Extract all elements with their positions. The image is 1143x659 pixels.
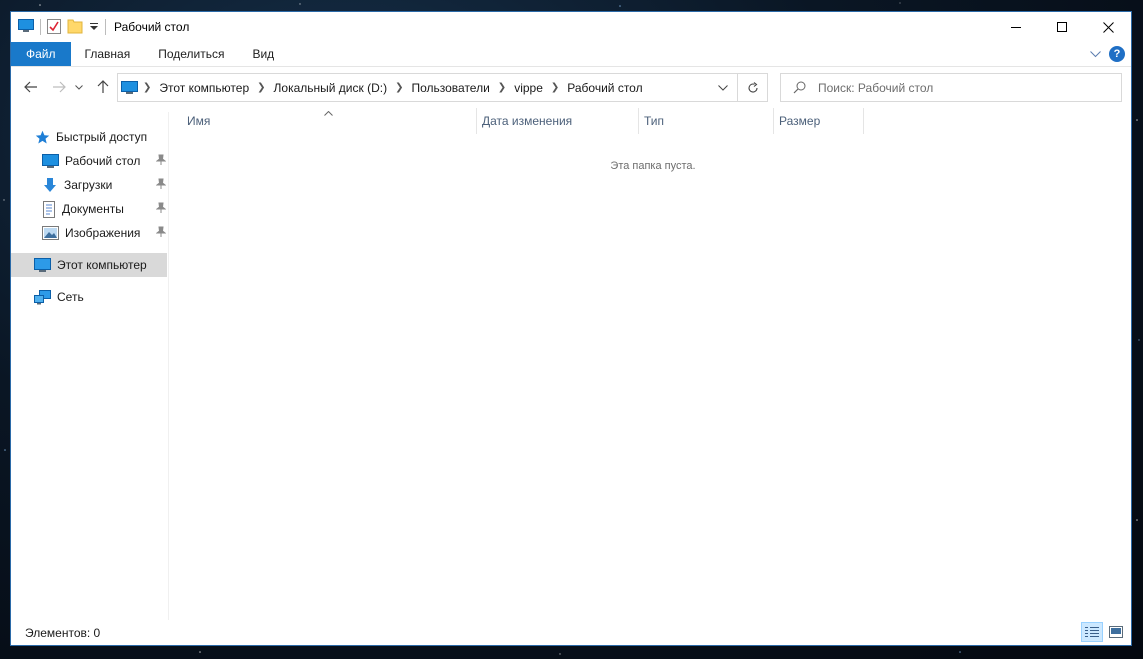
sidebar-item-label: Сеть — [57, 290, 84, 304]
properties-icon[interactable] — [47, 18, 61, 37]
network-icon — [34, 289, 51, 304]
toolbar-separator — [40, 19, 41, 35]
file-list: Имя Дата изменения Тип Размер Эта папка … — [170, 108, 1131, 620]
chevron-down-icon — [75, 84, 83, 90]
breadcrumb-this-pc[interactable]: Этот компьютер — [156, 81, 252, 95]
sidebar-item-label: Этот компьютер — [57, 258, 147, 272]
pin-icon — [155, 178, 167, 193]
sidebar-item-documents[interactable]: Документы — [42, 197, 167, 221]
breadcrumb-users[interactable]: Пользователи — [408, 81, 492, 95]
maximize-icon — [1057, 22, 1067, 32]
quick-access-toolbar — [11, 18, 106, 37]
expand-ribbon-chevron-icon[interactable] — [1090, 47, 1101, 61]
back-arrow-icon — [24, 81, 37, 93]
sidebar-item-label: Загрузки — [64, 178, 113, 192]
address-bar[interactable]: ❯ Этот компьютер ❯ Локальный диск (D:) ❯… — [117, 73, 768, 102]
search-input[interactable] — [818, 80, 1098, 95]
sidebar-item-label: Изображения — [65, 226, 141, 240]
document-icon — [43, 200, 55, 218]
window-controls — [993, 12, 1131, 42]
empty-folder-message: Эта папка пуста. — [610, 160, 696, 172]
breadcrumb-local-disk[interactable]: Локальный диск (D:) — [271, 81, 391, 95]
recent-locations-button[interactable] — [71, 75, 87, 99]
sidebar-item-quick-access[interactable]: Быстрый доступ — [35, 125, 169, 149]
up-button[interactable] — [91, 75, 115, 99]
sidebar-item-downloads[interactable]: Загрузки — [42, 173, 167, 197]
breadcrumb-chevron-icon[interactable]: ❯ — [390, 82, 408, 93]
desktop-icon — [42, 154, 59, 168]
pin-icon — [155, 202, 167, 217]
column-header-type[interactable]: Тип — [638, 108, 773, 134]
download-icon — [44, 178, 56, 192]
sidebar-item-pictures[interactable]: Изображения — [42, 221, 167, 245]
navigation-pane: Быстрый доступ Рабочий стол Загрузки Док… — [11, 112, 169, 620]
sidebar-item-desktop[interactable]: Рабочий стол — [42, 149, 167, 173]
help-icon[interactable]: ? — [1109, 46, 1125, 62]
star-icon — [35, 130, 50, 143]
new-folder-icon[interactable] — [67, 18, 83, 37]
minimize-icon — [1011, 27, 1021, 28]
view-toggles — [1081, 622, 1127, 642]
pin-icon — [155, 154, 167, 169]
customize-toolbar-dropdown-icon[interactable] — [89, 20, 99, 34]
tab-file[interactable]: Файл — [11, 42, 71, 66]
minimize-button[interactable] — [993, 12, 1039, 42]
close-button[interactable] — [1085, 12, 1131, 42]
address-history-button[interactable] — [707, 74, 737, 101]
ribbon-tabs: Файл Главная Поделиться Вид ? — [11, 42, 1131, 67]
sidebar-item-this-pc[interactable]: Этот компьютер — [11, 253, 167, 277]
breadcrumb-chevron-icon[interactable]: ❯ — [546, 82, 564, 93]
pin-icon — [155, 226, 167, 241]
sidebar-item-label: Рабочий стол — [65, 154, 141, 168]
tab-view[interactable]: Вид — [238, 42, 288, 66]
sidebar-item-label: Быстрый доступ — [56, 130, 148, 144]
sidebar-item-label: Документы — [62, 202, 124, 216]
breadcrumb: ❯ Этот компьютер ❯ Локальный диск (D:) ❯… — [118, 74, 707, 101]
ribbon-right-controls: ? — [1090, 42, 1131, 66]
refresh-icon — [747, 81, 758, 93]
column-header-name[interactable]: Имя — [181, 108, 476, 134]
search-box[interactable] — [780, 73, 1122, 102]
up-arrow-icon — [97, 80, 109, 93]
maximize-button[interactable] — [1039, 12, 1085, 42]
forward-arrow-icon — [53, 81, 66, 93]
details-view-button[interactable] — [1081, 622, 1103, 642]
breadcrumb-user-folder[interactable]: vippe — [511, 81, 546, 95]
tab-home[interactable]: Главная — [71, 42, 145, 66]
status-bar: Элементов: 0 — [11, 620, 1131, 645]
column-divider[interactable] — [863, 108, 864, 134]
sidebar-item-network[interactable]: Сеть — [34, 285, 168, 309]
large-icons-view-button[interactable] — [1105, 622, 1127, 642]
large-icons-view-icon — [1109, 626, 1123, 638]
computer-location-icon — [120, 80, 138, 95]
back-button[interactable] — [19, 75, 43, 99]
breadcrumb-chevron-icon[interactable]: ❯ — [493, 82, 511, 93]
breadcrumb-chevron-icon[interactable]: ❯ — [138, 82, 156, 93]
close-icon — [1102, 21, 1114, 33]
computer-icon — [34, 257, 51, 272]
column-header-date-modified[interactable]: Дата изменения — [476, 108, 638, 134]
tab-share[interactable]: Поделиться — [144, 42, 238, 66]
navigation-bar: ❯ Этот компьютер ❯ Локальный диск (D:) ❯… — [11, 71, 1131, 103]
search-icon — [793, 81, 806, 94]
title-bar: Рабочий стол — [11, 12, 1131, 42]
pictures-icon — [42, 226, 59, 240]
chevron-down-icon — [717, 84, 728, 91]
details-view-icon — [1085, 627, 1099, 637]
item-count: Элементов: 0 — [25, 626, 101, 640]
forward-button[interactable] — [47, 75, 71, 99]
breadcrumb-chevron-icon[interactable]: ❯ — [252, 82, 270, 93]
refresh-button[interactable] — [737, 74, 767, 101]
window-app-icon[interactable] — [18, 18, 34, 36]
toolbar-separator — [105, 19, 106, 35]
explorer-window: Рабочий стол Файл Главная Поделиться Вид… — [10, 11, 1132, 646]
window-title: Рабочий стол — [114, 20, 190, 34]
column-header-size[interactable]: Размер — [773, 108, 863, 134]
breadcrumb-desktop[interactable]: Рабочий стол — [564, 81, 645, 95]
